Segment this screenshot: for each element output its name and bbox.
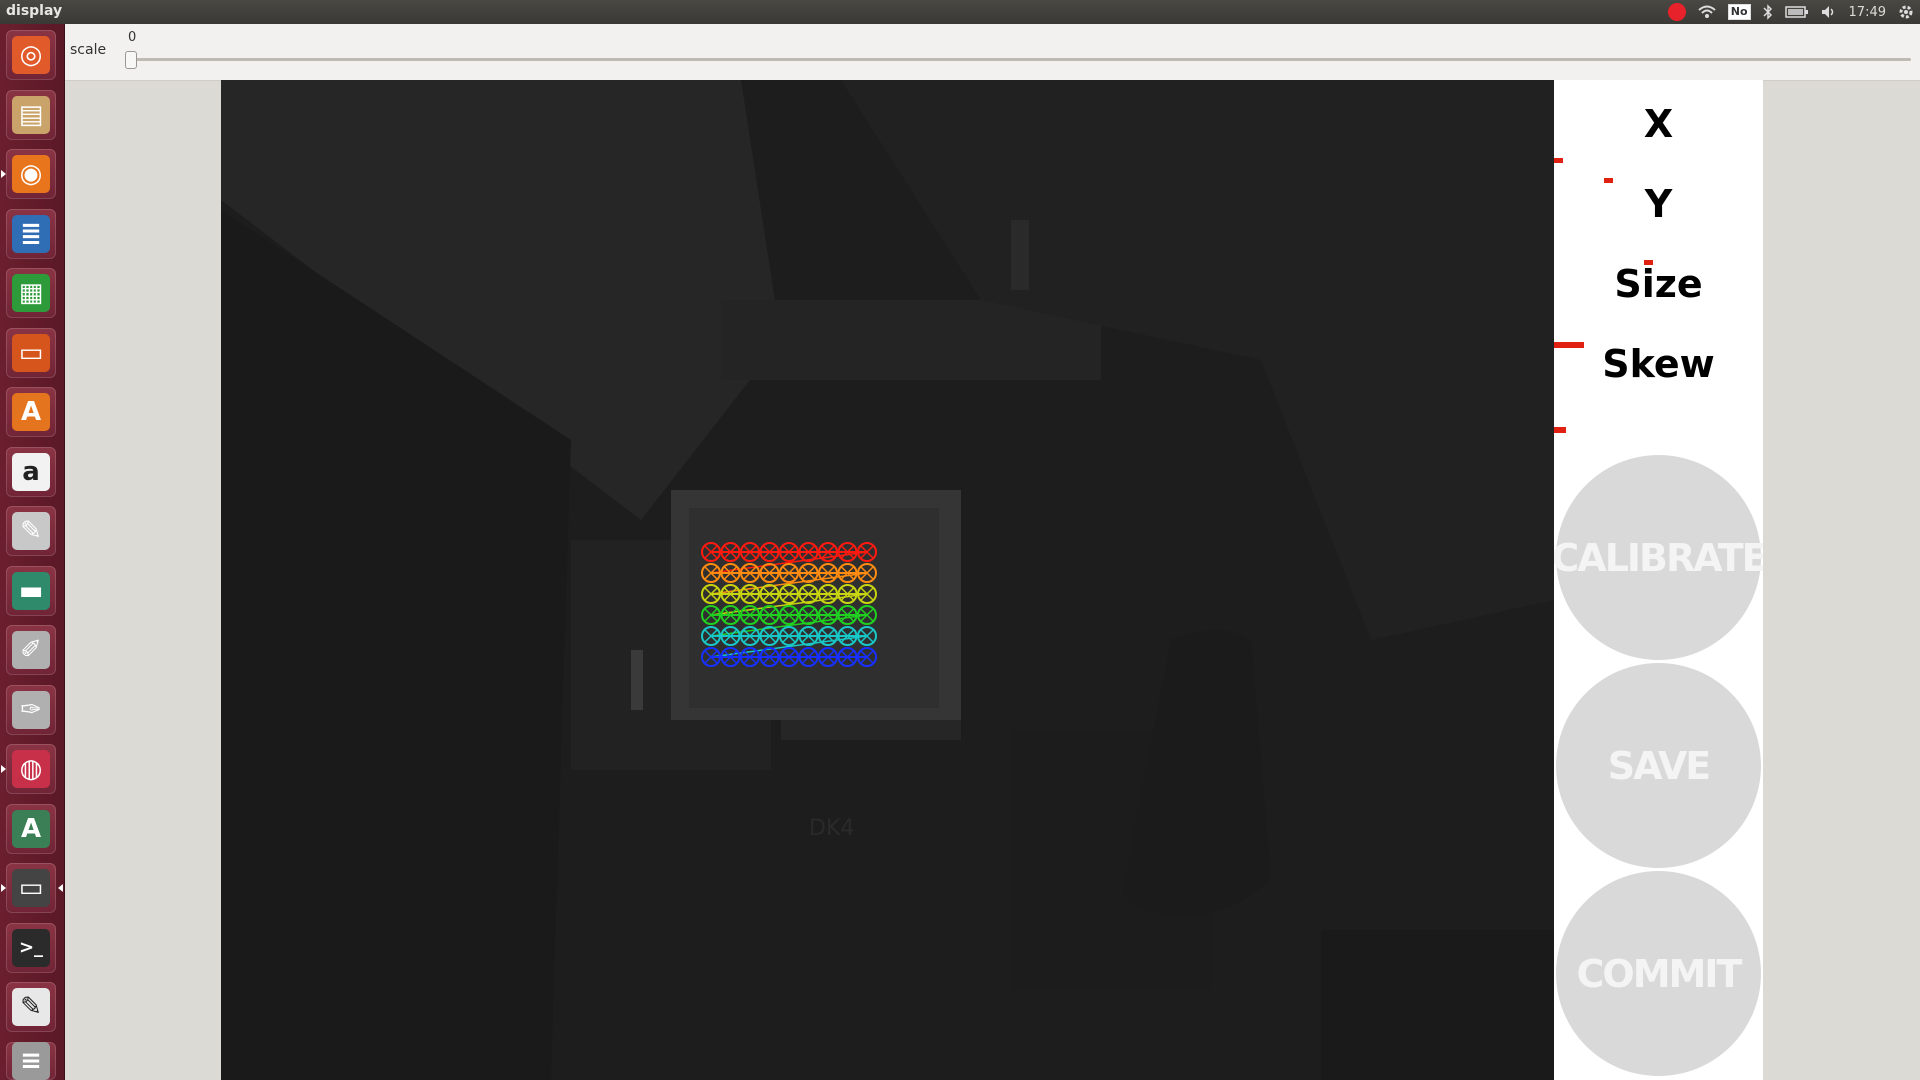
workspace-icon-glyph: ≡ [12, 1041, 50, 1080]
software-center-icon[interactable]: A [6, 387, 56, 437]
settings-gear-icon[interactable] [1898, 0, 1914, 24]
monitor-icon-glyph: ▭ [12, 869, 50, 907]
scale-slider-track[interactable] [131, 58, 1911, 61]
paint-tube-icon[interactable]: ✑ [6, 684, 56, 735]
ubuntu-dash-icon-glyph: ◎ [12, 36, 50, 74]
firefox-icon[interactable]: ◉ [1, 149, 56, 199]
calibrate-button[interactable]: CALIBRATE [1554, 455, 1763, 660]
metric-skew-label: Skew [1602, 342, 1715, 386]
paint-tube-icon-glyph: ✑ [12, 690, 50, 729]
scale-slider-thumb[interactable] [125, 51, 137, 69]
text-editor-icon-glyph: ✎ [12, 988, 50, 1026]
paintbrush-icon[interactable]: ✐ [6, 625, 56, 675]
system-settings-icon[interactable]: ✎ [6, 506, 56, 556]
launcher: ◎ ▤ ◉ ≣ ▦ ▭ Aa ✎ ▬ ✐ ✑ ◍ A ▭ >_ ✎ ≡ [0, 24, 65, 1080]
firefox-icon-glyph: ◉ [12, 155, 50, 193]
commit-button-label: COMMIT [1576, 951, 1743, 996]
commit-button[interactable]: COMMIT [1556, 871, 1761, 1076]
system-settings-icon-glyph: ✎ [12, 512, 50, 550]
keyboard-layout-label: No [1727, 4, 1751, 20]
hardware-icon[interactable]: ▬ [6, 565, 56, 616]
top-panel: display No 17:49 [0, 0, 1920, 24]
metric-skew-progress [1554, 342, 1584, 348]
window-title: display [6, 3, 63, 19]
metric-y-progress [1604, 178, 1613, 183]
battery-icon[interactable] [1784, 0, 1809, 24]
workspace-icon[interactable]: ≡ [6, 1041, 56, 1080]
impress-icon-glyph: ▭ [12, 333, 50, 372]
amazon-icon[interactable]: a [6, 446, 56, 497]
clock[interactable]: 17:49 [1849, 0, 1886, 24]
calibrate-button-label: CALIBRATE [1554, 535, 1763, 580]
scale-value: 0 [128, 30, 137, 45]
writer-icon[interactable]: ≣ [6, 208, 56, 259]
calibration-panel: X Y Size Skew CALIBRATE SAVE COMMIT [1554, 80, 1763, 1080]
calc-icon-glyph: ▦ [12, 274, 50, 312]
calibration-board [671, 490, 961, 720]
running-indicator [1, 170, 6, 178]
terminal-icon-glyph: >_ [12, 928, 50, 967]
metric-y-label: Y [1644, 182, 1673, 226]
metric-x-label: X [1643, 102, 1674, 146]
amazon-icon-glyph: a [12, 452, 50, 491]
running-indicator [1, 884, 6, 892]
software-updater-icon[interactable]: A [6, 803, 56, 854]
record-icon[interactable] [1667, 0, 1686, 24]
metric-skew-marker [1554, 427, 1566, 433]
ubuntu-one-icon-glyph: ◍ [12, 750, 50, 788]
board-label: DK4 [809, 816, 854, 841]
ubuntu-dash-icon[interactable]: ◎ [6, 30, 56, 80]
hardware-icon-glyph: ▬ [12, 571, 50, 610]
display-window: scale 0 DK4 X Y Size Skew CALIBRATE SAVE… [65, 24, 1920, 1080]
monitor-icon[interactable]: ▭ [1, 863, 63, 913]
volume-icon[interactable] [1821, 0, 1837, 24]
focused-indicator [58, 884, 63, 892]
bluetooth-icon[interactable] [1763, 0, 1773, 24]
impress-icon[interactable]: ▭ [6, 327, 56, 378]
files-icon-glyph: ▤ [12, 95, 50, 134]
system-tray: No 17:49 [1667, 0, 1914, 24]
camera-view: DK4 [221, 80, 1554, 1080]
metric-size-progress [1644, 260, 1653, 265]
files-icon[interactable]: ▤ [6, 89, 56, 140]
keyboard-layout-icon[interactable]: No [1727, 0, 1751, 24]
calc-icon[interactable]: ▦ [6, 268, 56, 318]
save-button-label: SAVE [1607, 743, 1712, 788]
running-indicator [1, 765, 6, 773]
software-updater-icon-glyph: A [12, 809, 50, 848]
save-button[interactable]: SAVE [1556, 663, 1761, 868]
metric-size-label: Size [1614, 262, 1703, 306]
text-editor-icon[interactable]: ✎ [6, 982, 56, 1032]
metric-x-progress [1554, 158, 1563, 163]
paintbrush-icon-glyph: ✐ [12, 631, 50, 669]
scale-label: scale [70, 42, 107, 58]
scale-toolbar: scale 0 [65, 24, 1920, 81]
wifi-icon[interactable] [1698, 0, 1716, 24]
terminal-icon[interactable]: >_ [6, 922, 56, 973]
camera-image: DK4 [221, 80, 1554, 1080]
writer-icon-glyph: ≣ [12, 214, 50, 253]
ubuntu-one-icon[interactable]: ◍ [1, 744, 56, 794]
software-center-icon-glyph: A [12, 393, 50, 431]
